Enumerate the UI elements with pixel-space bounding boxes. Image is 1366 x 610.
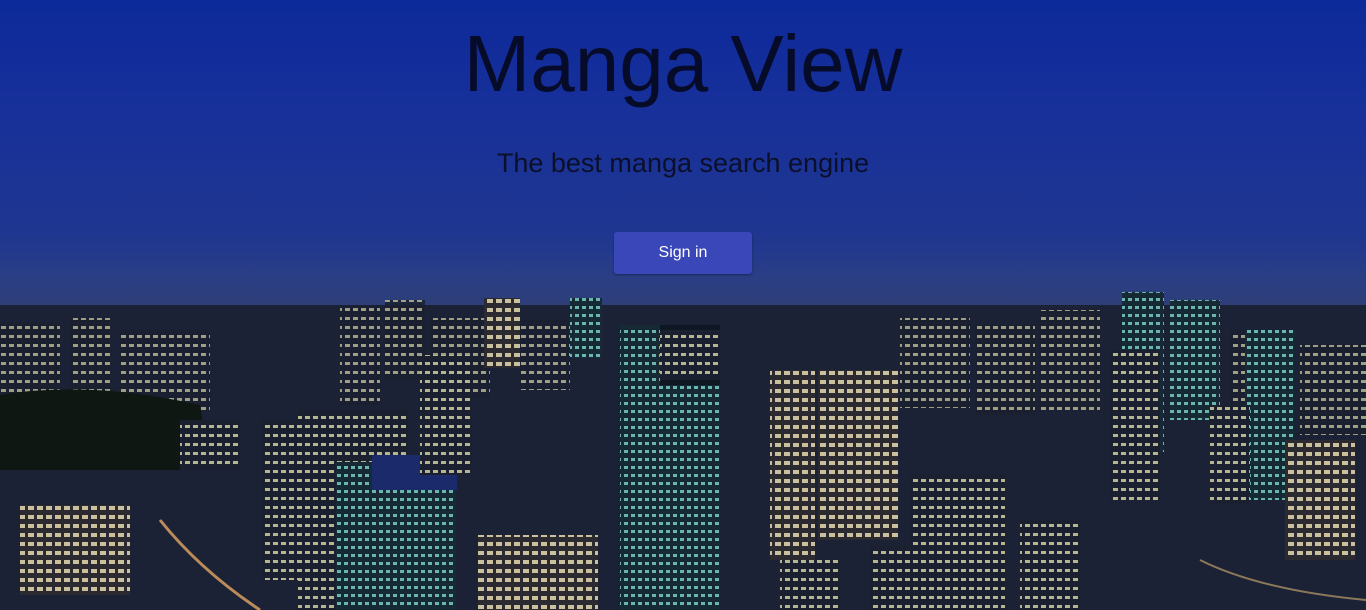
sign-in-button[interactable]: Sign in <box>614 232 752 274</box>
hero-section: Manga View The best manga search engine … <box>0 0 1366 610</box>
page-title: Manga View <box>463 19 903 108</box>
page-subtitle: The best manga search engine <box>496 148 870 178</box>
